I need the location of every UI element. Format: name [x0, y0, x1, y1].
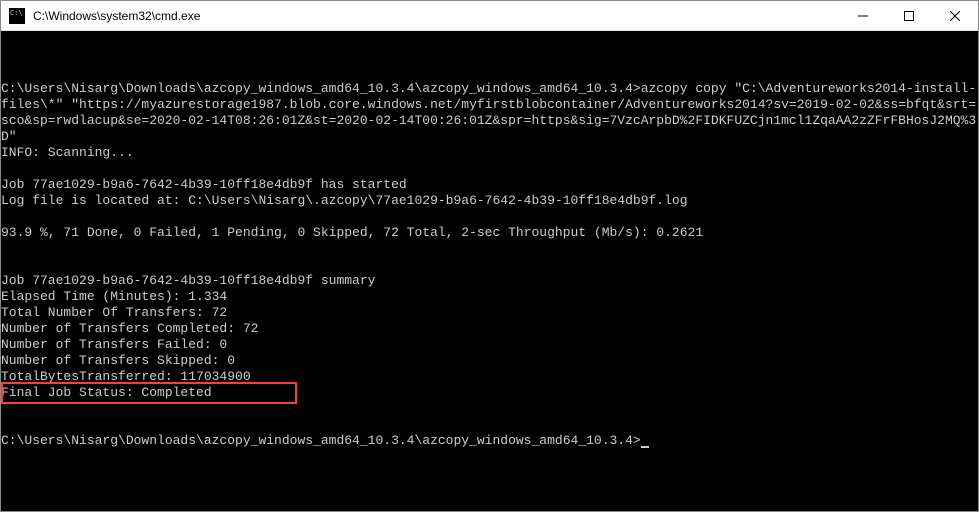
window-controls	[840, 1, 978, 30]
terminal-line	[1, 257, 978, 273]
terminal-line	[1, 65, 978, 81]
terminal-line: Number of Transfers Skipped: 0	[1, 353, 978, 369]
terminal-line: Elapsed Time (Minutes): 1.334	[1, 289, 978, 305]
terminal-line: 93.9 %, 71 Done, 0 Failed, 1 Pending, 0 …	[1, 225, 978, 241]
terminal-line: Job 77ae1029-b9a6-7642-4b39-10ff18e4db9f…	[1, 177, 978, 193]
terminal-line: Job 77ae1029-b9a6-7642-4b39-10ff18e4db9f…	[1, 273, 978, 289]
titlebar[interactable]: C:\Windows\system32\cmd.exe	[1, 1, 978, 31]
close-button[interactable]	[932, 1, 978, 30]
terminal-line	[1, 401, 978, 417]
terminal-line	[1, 241, 978, 257]
terminal-line: C:\Users\Nisarg\Downloads\azcopy_windows…	[1, 433, 978, 449]
cursor	[641, 446, 649, 448]
terminal-line	[1, 161, 978, 177]
maximize-button[interactable]	[886, 1, 932, 30]
terminal-line: Final Job Status: Completed	[1, 385, 978, 401]
terminal-line: Total Number Of Transfers: 72	[1, 305, 978, 321]
terminal-line: Number of Transfers Completed: 72	[1, 321, 978, 337]
terminal-line: Log file is located at: C:\Users\Nisarg\…	[1, 193, 978, 209]
terminal-line: C:\Users\Nisarg\Downloads\azcopy_windows…	[1, 81, 978, 145]
terminal-line	[1, 209, 978, 225]
terminal-line: Number of Transfers Failed: 0	[1, 337, 978, 353]
terminal-output[interactable]: C:\Users\Nisarg\Downloads\azcopy_windows…	[1, 31, 978, 511]
cmd-icon	[9, 8, 25, 24]
window-title: C:\Windows\system32\cmd.exe	[31, 9, 840, 23]
terminal-line: INFO: Scanning...	[1, 145, 978, 161]
minimize-button[interactable]	[840, 1, 886, 30]
terminal-line: TotalBytesTransferred: 117034900	[1, 369, 978, 385]
terminal-line	[1, 417, 978, 433]
